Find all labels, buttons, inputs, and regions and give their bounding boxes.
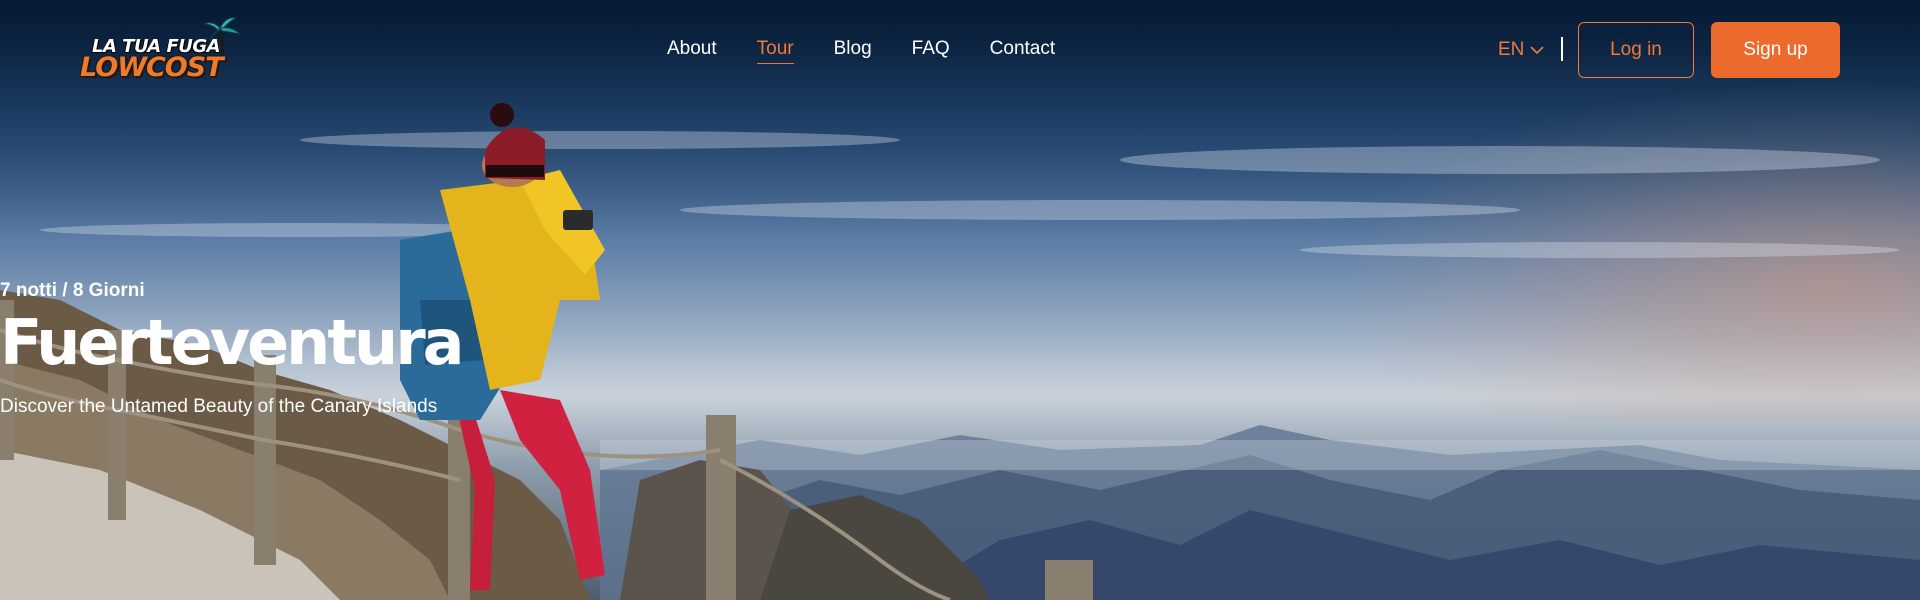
logo-line2: LOWCOST: [80, 52, 224, 83]
hero-section: LA TUA FUGA LOWCOST About Tour Blog FAQ …: [0, 0, 1920, 600]
site-logo[interactable]: LA TUA FUGA LOWCOST: [80, 16, 242, 86]
login-button[interactable]: Log in: [1578, 22, 1694, 78]
nav-faq[interactable]: FAQ: [912, 38, 950, 64]
language-label: EN: [1498, 39, 1525, 60]
destination-title: Fuerteventura: [0, 306, 465, 379]
hero-tagline: Discover the Untamed Beauty of the Canar…: [0, 396, 438, 417]
nav-blog[interactable]: Blog: [834, 38, 872, 64]
language-selector[interactable]: EN: [1498, 39, 1544, 61]
nav-tour[interactable]: Tour: [756, 38, 794, 64]
nav-contact[interactable]: Contact: [990, 38, 1055, 64]
trip-duration: 7 notti / 8 Giorni: [0, 280, 145, 301]
signup-button[interactable]: Sign up: [1711, 22, 1840, 78]
header-divider: [1561, 37, 1563, 61]
nav-about[interactable]: About: [667, 38, 717, 64]
main-nav: About Tour Blog FAQ Contact: [667, 38, 1095, 64]
chevron-down-icon: [1530, 46, 1544, 55]
